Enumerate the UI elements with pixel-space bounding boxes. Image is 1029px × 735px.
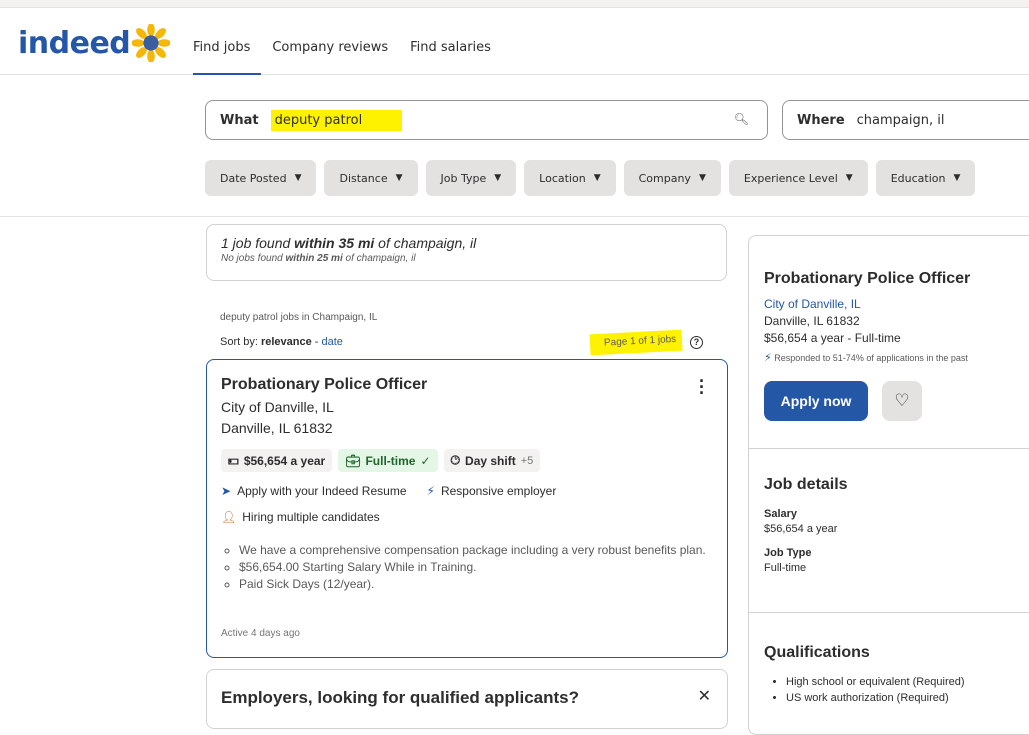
active-date: Active 4 days ago (221, 628, 300, 639)
search-icon[interactable]: 🔍︎ (734, 112, 749, 126)
browser-strip (0, 0, 1029, 8)
job-title[interactable]: Probationary Police Officer (221, 376, 713, 394)
bolt-icon: ⚡︎ (764, 352, 772, 364)
briefcase-icon: 💼︎ (345, 453, 361, 468)
qualifications-section: Qualifications High school or equivalent… (764, 644, 965, 706)
detail-divider (749, 612, 1029, 613)
site-header: indeed Find jobs Company reviews Find sa… (0, 8, 1029, 75)
heart-icon[interactable]: ♡ (882, 381, 922, 421)
qualification-item: High school or equivalent (Required) (786, 674, 965, 690)
qualifications-heading: Qualifications (764, 644, 870, 661)
clock-icon: 🕑︎ (450, 453, 461, 467)
no-results-note: No jobs found within 25 mi of champaign,… (221, 253, 416, 264)
sort-relevance: relevance (260, 336, 312, 348)
filter-education[interactable]: Education ▼ (875, 160, 976, 196)
salary-label: Salary (764, 508, 798, 520)
what-search-field[interactable]: What deputy patrol 🔍︎ (205, 100, 768, 140)
salary-tag: 💵︎ $56,654 a year (221, 449, 333, 472)
indeed-logo[interactable]: indeed (18, 26, 131, 61)
apply-now-button[interactable]: Apply now (764, 381, 868, 421)
caret-down-icon: ▼ (953, 173, 961, 183)
job-features: ➤ Apply with your Indeed Resume ⚡︎ Respons… (221, 484, 557, 498)
page-count: Page 1 of 1 jobs (589, 329, 683, 356)
job-company: City of Danville, IL (221, 399, 334, 415)
caret-down-icon: ▼ (395, 173, 403, 183)
job-type-label: Job Type (764, 547, 812, 559)
close-icon[interactable]: ✕ (698, 686, 711, 706)
job-type-tag: 💼︎ Full-time ✓ (338, 449, 438, 472)
caret-down-icon: ▼ (494, 173, 502, 183)
nav-find-jobs[interactable]: Find jobs (193, 8, 262, 75)
filter-location[interactable]: Location ▼ (524, 160, 616, 196)
what-label: What (220, 112, 259, 128)
bolt-icon: ⚡︎ (426, 484, 435, 498)
filter-job-type[interactable]: Job Type ▼ (425, 160, 517, 196)
where-search-field[interactable]: Where champaign, il (782, 100, 1029, 140)
where-label: Where (797, 112, 845, 128)
more-options-icon[interactable]: · · · (699, 372, 705, 402)
employer-promo-card: Employers, looking for qualified applica… (206, 669, 728, 729)
sunflower-icon (132, 24, 170, 62)
check-icon: ✓ (420, 453, 431, 468)
salary-value: $56,654 a year (764, 523, 838, 535)
snippet-item: $56,654.00 Starting Salary While in Trai… (239, 559, 713, 576)
job-details-section: Job details Salary $56,654 a year Job Ty… (764, 476, 848, 574)
responded-note: ⚡︎ Responded to 51-74% of applications i… (764, 352, 968, 364)
filter-distance[interactable]: Distance ▼ (324, 160, 418, 196)
nav-company-reviews[interactable]: Company reviews (261, 8, 399, 75)
people-icon: 👤︎ (221, 510, 237, 524)
sort-by: Sort by: relevance - date (220, 336, 343, 348)
what-input-value[interactable]: deputy patrol (270, 109, 403, 131)
help-icon[interactable]: ? (690, 336, 703, 349)
results-count: 1 job found within 35 mi of champaign, i… (221, 235, 477, 251)
detail-location: Danville, IL 61832 (764, 314, 860, 328)
results-count-box: 1 job found within 35 mi of champaign, i… (206, 224, 727, 281)
filter-bar: Date Posted ▼ Distance ▼ Job Type ▼ Locatio… (205, 160, 976, 196)
job-detail-pane: Probationary Police Officer City of Danv… (748, 235, 1029, 735)
caret-down-icon: ▼ (294, 173, 302, 183)
snippet-item: We have a comprehensive compensation pac… (239, 542, 713, 559)
filter-company[interactable]: Company ▼ (623, 160, 721, 196)
job-location: Danville, IL 61832 (221, 420, 333, 436)
caret-down-icon: ▼ (698, 173, 706, 183)
qualification-item: US work authorization (Required) (786, 690, 965, 706)
send-arrow-icon: ➤ (221, 484, 232, 498)
caret-down-icon: ▼ (593, 173, 601, 183)
where-input-value[interactable]: champaign, il (857, 113, 945, 128)
shift-tag: 🕑︎ Day shift +5 (443, 449, 541, 472)
nav-find-salaries[interactable]: Find salaries (399, 8, 502, 75)
filter-date-posted[interactable]: Date Posted ▼ (205, 160, 317, 196)
employer-promo-title: Employers, looking for qualified applica… (221, 688, 579, 707)
caret-down-icon: ▼ (845, 173, 853, 183)
job-tags: 💵︎ $56,654 a year 💼︎ Full-time ✓ 🕑︎ Day shif… (221, 449, 713, 472)
detail-salary-type: $56,654 a year - Full-time (764, 331, 901, 345)
header-divider (0, 216, 1029, 217)
jobs-in-heading: deputy patrol jobs in Champaign, IL (220, 312, 378, 323)
money-icon: 💵︎ (228, 453, 239, 467)
detail-title: Probationary Police Officer (764, 270, 971, 287)
job-type-value: Full-time (764, 562, 807, 574)
job-snippet: We have a comprehensive compensation pac… (221, 542, 713, 593)
detail-company-link[interactable]: City of Danville, IL (764, 296, 1029, 313)
main-nav: Find jobs Company reviews Find salaries (193, 8, 502, 75)
filter-experience-level[interactable]: Experience Level ▼ (728, 160, 868, 196)
job-card[interactable]: Probationary Police Officer City of Danv… (206, 359, 728, 658)
sort-date-link[interactable]: date (322, 336, 343, 348)
detail-divider (749, 448, 1029, 449)
snippet-item: Paid Sick Days (12/year). (239, 576, 713, 593)
job-details-heading: Job details (764, 476, 848, 493)
hiring-multiple: 👤︎ Hiring multiple candidates (221, 510, 380, 524)
